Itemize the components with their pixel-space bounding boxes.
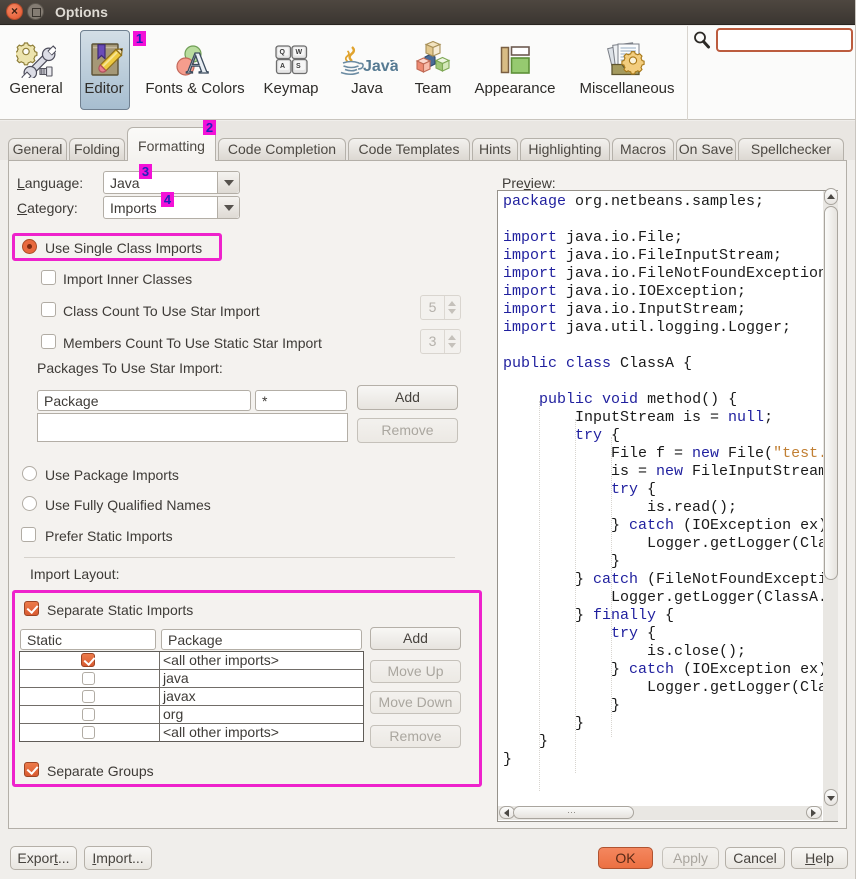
svg-text:Q: Q	[280, 49, 286, 56]
svg-text:A: A	[280, 63, 285, 70]
svg-text:A: A	[186, 45, 209, 80]
svg-text:S: S	[296, 63, 301, 70]
svg-text:W: W	[296, 49, 303, 56]
